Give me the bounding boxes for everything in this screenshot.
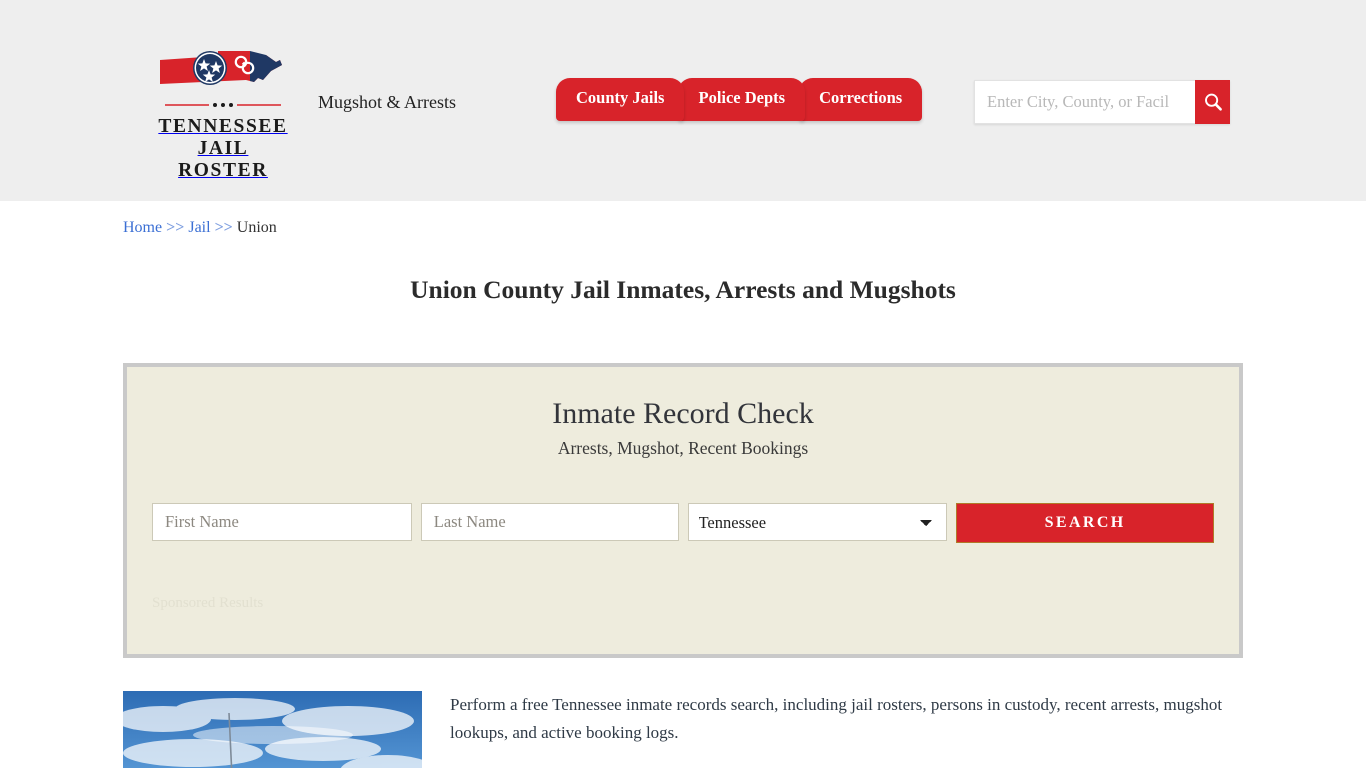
logo-divider-icon (165, 103, 281, 107)
logo-line-2: JAIL ROSTER (178, 137, 268, 181)
inmate-search-button[interactable]: SEARCH (956, 503, 1214, 543)
page-title: Union County Jail Inmates, Arrests and M… (410, 275, 956, 304)
sponsored-results-label: Sponsored Results (152, 595, 264, 611)
logo-line-1: TENNESSEE (158, 116, 288, 137)
header-search-input[interactable] (974, 80, 1195, 124)
content-section: Perform a free Tennessee inmate records … (123, 658, 1243, 768)
breadcrumb-item-jail[interactable]: Jail (188, 219, 210, 236)
site-logo[interactable]: TENNESSEE JAIL ROSTER (158, 48, 288, 181)
state-select[interactable]: Tennessee (687, 503, 948, 541)
first-name-input[interactable] (152, 503, 412, 541)
record-check-title: Inmate Record Check (552, 397, 814, 430)
last-name-input[interactable] (420, 503, 679, 541)
breadcrumb-separator: >> (214, 219, 233, 236)
site-tagline: Mugshot & Arrests (318, 92, 457, 112)
record-check-section: Inmate Record Check Arrests, Mugshot, Re… (123, 305, 1243, 658)
nav-item-corrections[interactable]: Corrections (799, 78, 923, 121)
breadcrumb: Home >> Jail >> Union (123, 201, 1243, 237)
breadcrumb-item-current: Union (236, 219, 277, 236)
header-inner: TENNESSEE JAIL ROSTER Mugshot & Arrests … (123, 0, 1243, 201)
search-icon (1204, 93, 1222, 111)
jail-building-photo (123, 691, 422, 768)
tennessee-state-outline-icon (160, 51, 282, 85)
breadcrumb-item-home[interactable]: Home (123, 219, 162, 236)
content-paragraph-2: The Union County Jail is a medium securi… (450, 762, 1243, 768)
header-search-button[interactable] (1195, 80, 1230, 124)
nav-item-county-jails[interactable]: County Jails (556, 78, 685, 121)
nav-item-police-depts[interactable]: Police Depts (678, 78, 806, 121)
logo-wordmark: TENNESSEE JAIL ROSTER (158, 116, 288, 181)
header-search (974, 80, 1230, 124)
content-paragraph-1: Perform a free Tennessee inmate records … (450, 695, 1223, 742)
record-check-subtitle: Arrests, Mugshot, Recent Bookings (557, 438, 809, 458)
site-header: TENNESSEE JAIL ROSTER Mugshot & Arrests … (0, 0, 1366, 201)
inmate-search-form: Tennessee SEARCH (152, 459, 1214, 543)
main-navigation: County Jails Police Depts Corrections (556, 78, 923, 121)
content-text: Perform a free Tennessee inmate records … (450, 691, 1243, 768)
breadcrumb-separator: >> (166, 219, 185, 236)
record-check-panel: Inmate Record Check Arrests, Mugshot, Re… (123, 363, 1243, 658)
jail-photo-graphic (123, 691, 422, 768)
